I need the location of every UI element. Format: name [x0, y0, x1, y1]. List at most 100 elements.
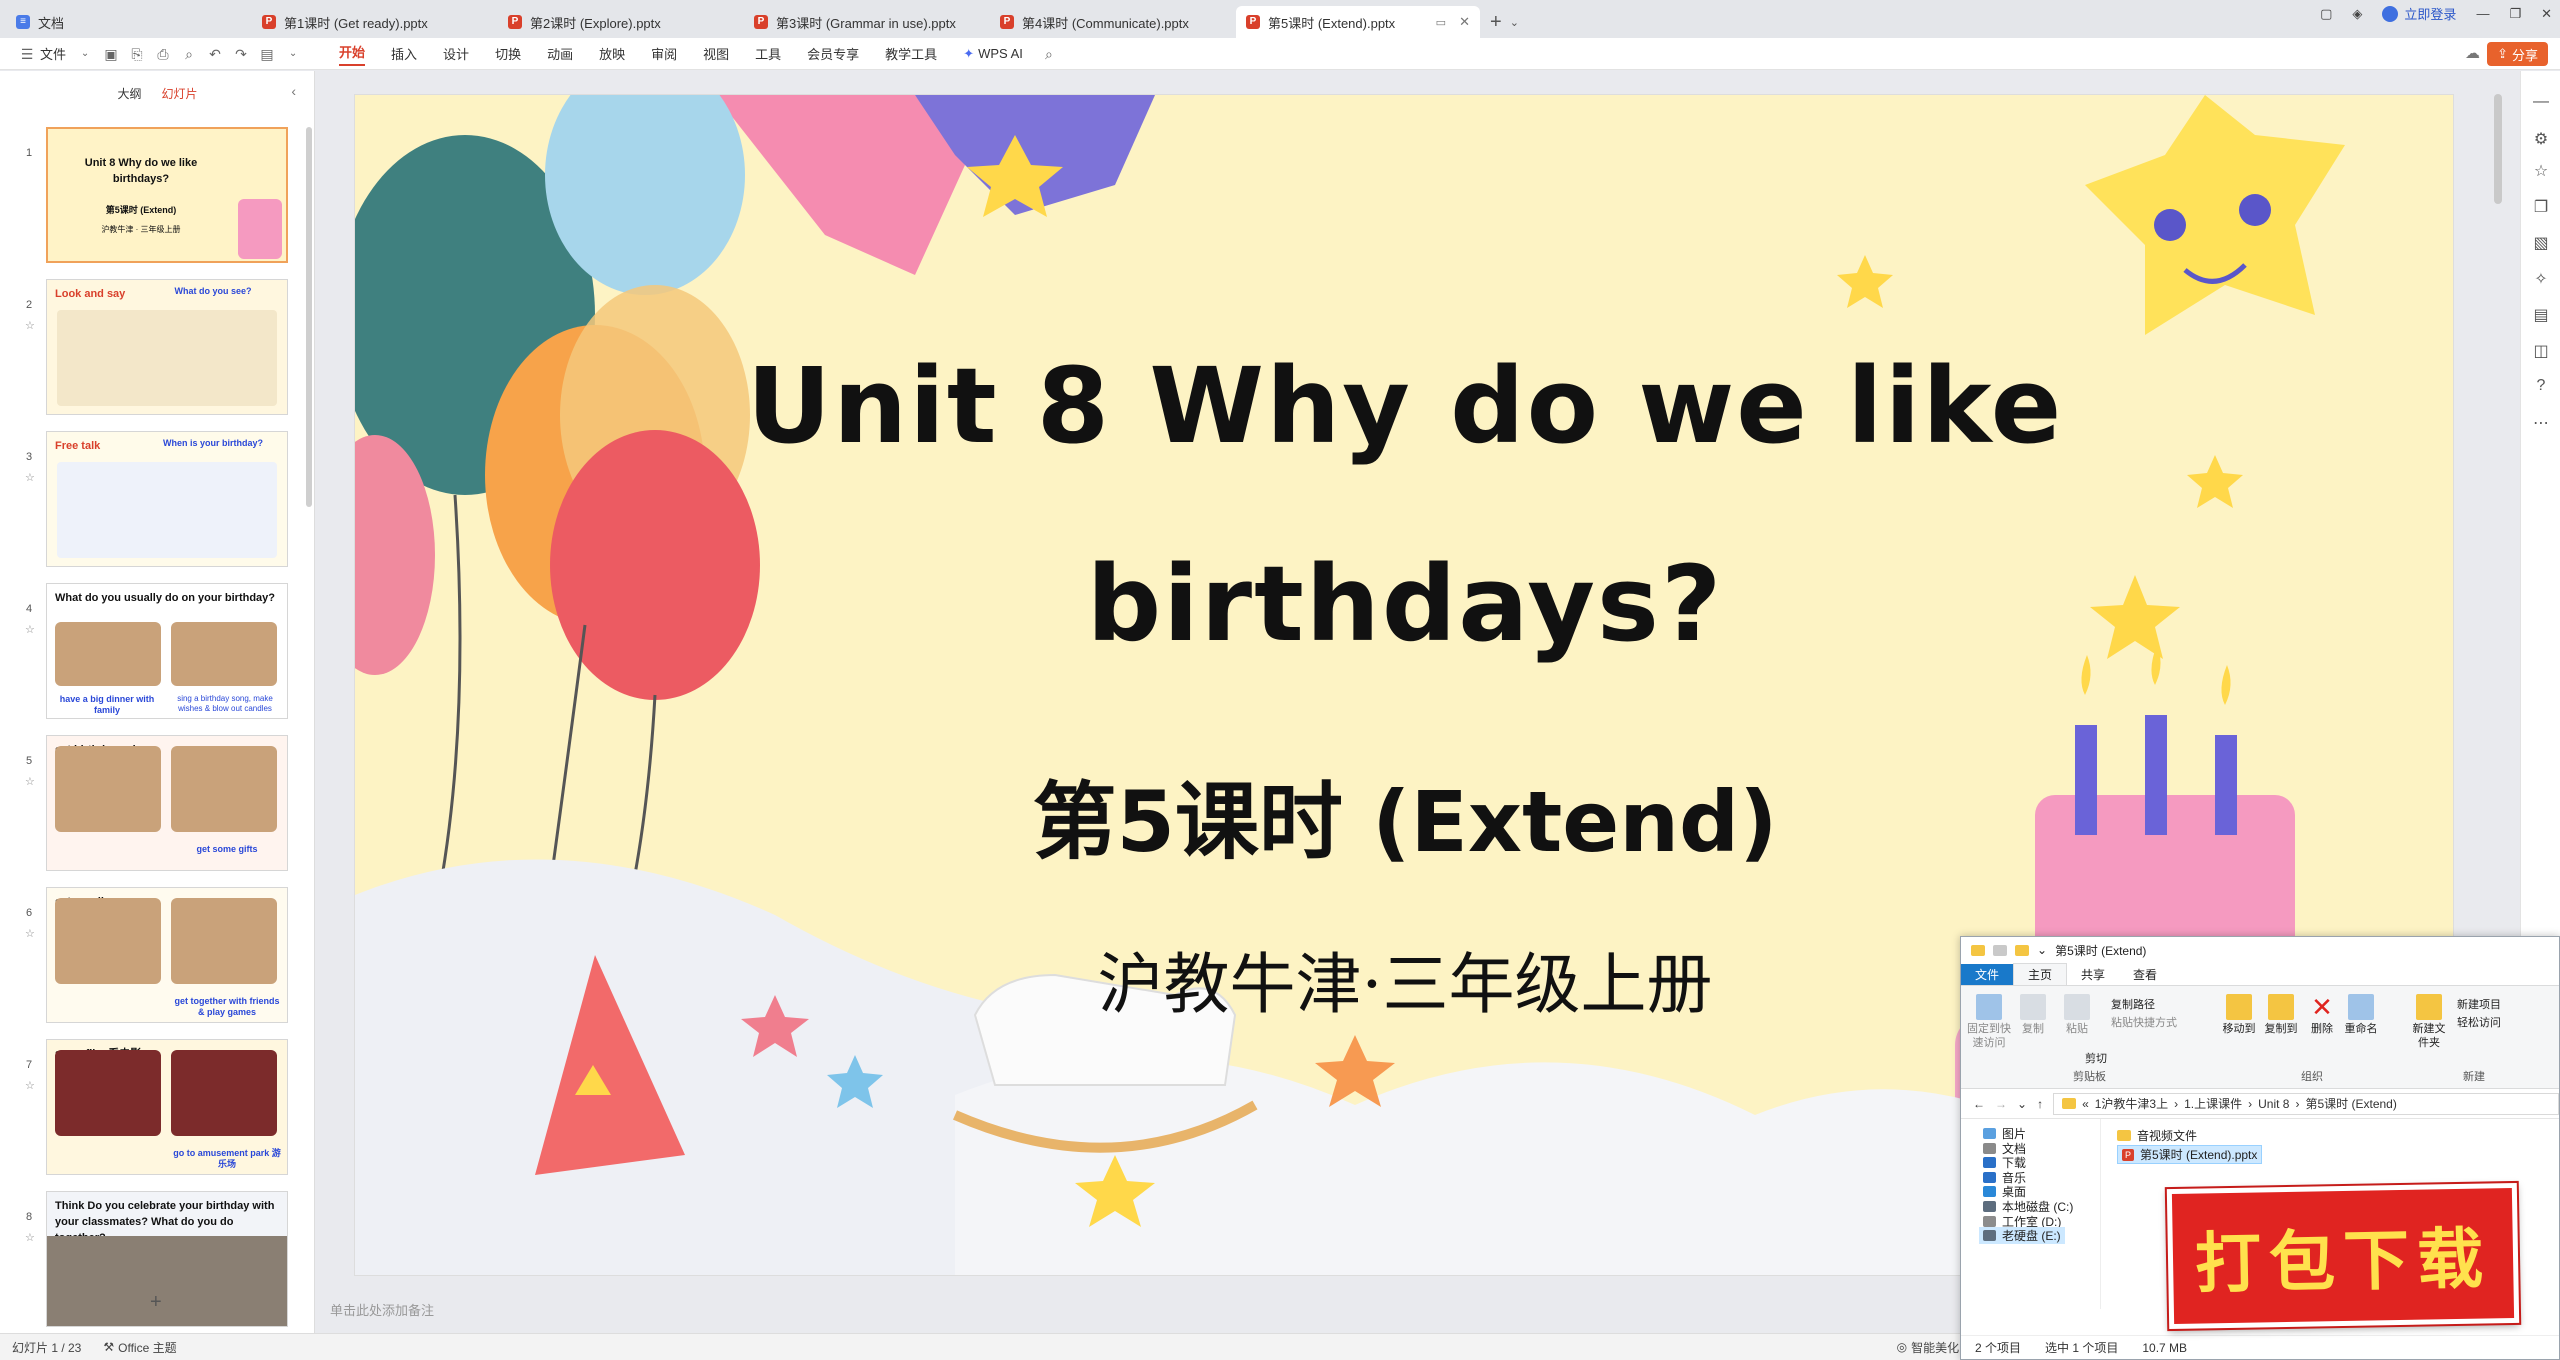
star-icon[interactable]: ☆ [25, 775, 35, 788]
slide-title-line-2[interactable]: birthdays? [355, 543, 2453, 665]
menu-slideshow[interactable]: 放映 [599, 44, 625, 63]
new-tab-button[interactable]: + [1482, 6, 1510, 38]
slide-thumbnail[interactable]: Think Do you celebrate your birthday wit… [46, 1191, 288, 1327]
add-slide-button[interactable]: + [150, 1291, 162, 1314]
notes-placeholder[interactable]: 单击此处添加备注 [330, 1300, 434, 1319]
redo-icon[interactable]: ↷ [233, 46, 249, 62]
path-segment[interactable]: Unit 8 [2258, 1097, 2289, 1111]
more-icon[interactable]: ⋯ [2533, 413, 2549, 433]
copy-button[interactable]: 复制 [2015, 994, 2051, 1036]
note-icon[interactable]: ▤ [2533, 305, 2549, 325]
download-package-stamp[interactable]: 打包下载 [2166, 1182, 2520, 1330]
slide-title-line-1[interactable]: Unit 8 Why do we like [355, 345, 2453, 467]
smart-beautify-button[interactable]: ◎ 智能美化 [1897, 1339, 1960, 1356]
magic-icon[interactable]: ✧ [2533, 269, 2549, 289]
properties-icon[interactable] [1993, 944, 2007, 956]
tab-lesson-1[interactable]: P 第1课时 (Get ready).pptx [252, 6, 496, 38]
slide-thumbnail[interactable]: Look and say What do you see? [46, 279, 288, 415]
copy-icon[interactable]: ❐ [2533, 197, 2549, 217]
layers-icon[interactable]: ◫ [2533, 341, 2549, 361]
preview-icon[interactable]: ⌕ [181, 46, 197, 62]
panel-scrollbar[interactable] [306, 127, 312, 507]
cube-icon[interactable]: ◈ [2352, 6, 2362, 22]
print-icon[interactable]: ⎙ [155, 46, 171, 62]
tab-outline[interactable]: 大纲 [117, 85, 141, 102]
restore-icon[interactable]: ❐ [2509, 6, 2521, 22]
delete-button[interactable]: ✕ 删除 [2307, 994, 2337, 1036]
search-icon[interactable]: ⌕ [1041, 46, 1057, 62]
canvas-scrollbar[interactable] [2494, 94, 2502, 204]
wps-ai-button[interactable]: ✦ WPS AI [963, 46, 1023, 62]
save-icon[interactable]: ▣ [103, 46, 119, 62]
format-painter-icon[interactable]: ▤ [259, 46, 275, 62]
recent-icon[interactable]: ⌄ [2017, 1097, 2027, 1111]
menu-insert[interactable]: 插入 [391, 44, 417, 63]
slide-thumbnail[interactable]: What do you usually do on your birthday?… [46, 583, 288, 719]
back-icon[interactable]: ← [1973, 1097, 1985, 1111]
up-icon[interactable]: ↑ [2037, 1097, 2043, 1111]
explorer-menu-view[interactable]: 查看 [2119, 964, 2171, 985]
adjust-icon[interactable]: ⚙ [2533, 129, 2549, 149]
layout-icon[interactable]: ▢ [2320, 6, 2332, 22]
star-icon[interactable]: ☆ [25, 471, 35, 484]
pin-quick-access-button[interactable]: 固定到快速访问 [1967, 994, 2011, 1050]
screen-icon[interactable]: ▭ [1436, 16, 1446, 29]
forward-icon[interactable]: → [1995, 1097, 2007, 1111]
new-folder-icon[interactable] [2015, 944, 2029, 956]
login-button[interactable]: 立即登录 [2382, 4, 2456, 23]
cut-button[interactable]: 剪切 [2085, 1050, 2107, 1066]
star-icon[interactable]: ☆ [25, 623, 35, 636]
tab-slides[interactable]: 幻灯片 [162, 85, 198, 102]
path-segment[interactable]: 1沪教牛津3上 [2095, 1095, 2168, 1112]
star-icon[interactable]: ☆ [25, 1231, 35, 1244]
menu-transitions[interactable]: 切换 [495, 44, 521, 63]
minimize-icon[interactable]: — [2476, 6, 2489, 21]
collapse-panel-icon[interactable]: ‹ [291, 83, 296, 99]
menu-tools[interactable]: 工具 [755, 44, 781, 63]
help-icon[interactable]: ? [2533, 377, 2549, 395]
tab-lesson-3[interactable]: P 第3课时 (Grammar in use).pptx [744, 6, 988, 38]
menu-home[interactable]: 开始 [339, 42, 366, 66]
menu-member[interactable]: 会员专享 [807, 44, 859, 63]
close-icon[interactable]: ✕ [1459, 14, 1470, 30]
star-icon[interactable]: ☆ [25, 319, 35, 332]
copy-to-button[interactable]: 复制到 [2261, 994, 2301, 1036]
tab-lesson-5[interactable]: P 第5课时 (Extend).pptx ▭ ✕ [1236, 6, 1480, 38]
paste-button[interactable]: 粘贴 [2059, 994, 2095, 1036]
rename-button[interactable]: 重命名 [2341, 994, 2381, 1036]
image-icon[interactable]: ▧ [2533, 233, 2549, 253]
slide-thumbnail[interactable]: see a film 看电影go to amusement park 游乐场 [46, 1039, 288, 1175]
chevron-down-icon[interactable]: ⌄ [285, 46, 301, 62]
menu-teaching-tools[interactable]: 教学工具 [885, 44, 937, 63]
undo-icon[interactable]: ↶ [207, 46, 223, 62]
menu-animation[interactable]: 动画 [547, 44, 573, 63]
move-to-button[interactable]: 移动到 [2219, 994, 2259, 1036]
chevron-down-icon[interactable]: ⌄ [77, 46, 93, 62]
tab-docs[interactable]: ≡ 文档 [6, 6, 250, 38]
explorer-menu-file[interactable]: 文件 [1961, 964, 2014, 985]
explorer-menu-home[interactable]: 主页 [2013, 963, 2068, 985]
export-icon[interactable]: ⎘ [129, 46, 145, 62]
star-icon[interactable]: ☆ [25, 927, 35, 940]
chevron-down-icon[interactable]: ⌄ [2037, 943, 2047, 957]
star-icon[interactable]: ☆ [25, 1079, 35, 1092]
star-icon[interactable]: ☆ [2533, 161, 2549, 181]
menu-design[interactable]: 设计 [443, 44, 469, 63]
file-item-folder[interactable]: 音视频文件 [2117, 1127, 2197, 1144]
hamburger-icon[interactable]: ☰ [19, 46, 35, 62]
menu-view[interactable]: 视图 [703, 44, 729, 63]
slide-thumbnail[interactable]: eat noodlesget together with friends & p… [46, 887, 288, 1023]
path-segment[interactable]: 第5课时 (Extend) [2305, 1095, 2396, 1112]
chevron-down-icon[interactable]: ⌄ [1510, 6, 1519, 38]
nav-item[interactable]: 老硬盘 (E:) [1979, 1227, 2065, 1245]
slide-thumbnail[interactable]: Free talk When is your birthday? [46, 431, 288, 567]
explorer-menu-share[interactable]: 共享 [2067, 964, 2119, 985]
paste-shortcut-button[interactable]: 粘贴快捷方式 [2111, 1014, 2177, 1030]
copy-path-button[interactable]: 复制路径 [2111, 996, 2155, 1012]
close-window-icon[interactable]: ✕ [2541, 6, 2552, 22]
menu-review[interactable]: 审阅 [651, 44, 677, 63]
address-path[interactable]: « 1沪教牛津3上 › 1.上课课件 › Unit 8 › 第5课时 (Extend) [2053, 1092, 2559, 1115]
theme-indicator[interactable]: ⚒ Office 主题 [103, 1339, 176, 1356]
slide-thumbnail[interactable]: eat birthday cakeget some gifts [46, 735, 288, 871]
file-menu[interactable]: 文件 [40, 44, 66, 63]
